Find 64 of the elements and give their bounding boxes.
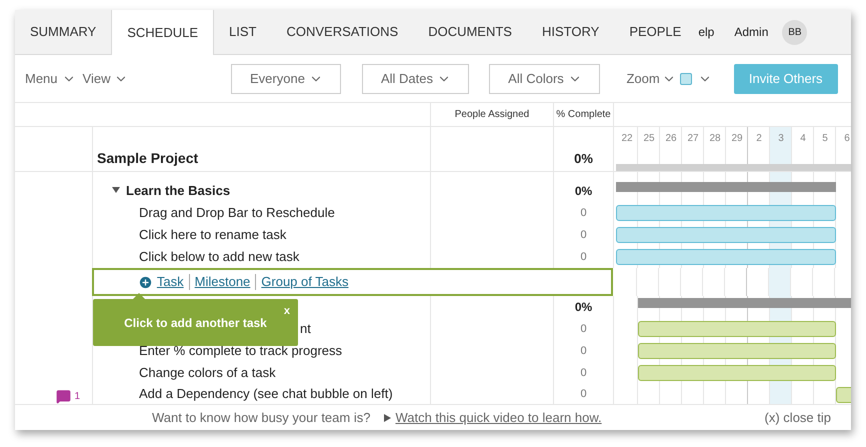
tab[interactable]: SUMMARY bbox=[15, 10, 112, 54]
column-header: % Complete bbox=[556, 108, 611, 122]
task-bar[interactable] bbox=[616, 205, 836, 221]
task-bar[interactable] bbox=[616, 249, 836, 265]
day-label: 4 bbox=[799, 132, 807, 146]
day-label: 6 bbox=[843, 132, 851, 146]
view-dropdown[interactable]: View bbox=[82, 68, 128, 88]
percent-complete: 0% bbox=[574, 183, 592, 200]
percent-complete: 0 bbox=[580, 228, 587, 243]
day-label: 28 bbox=[708, 132, 722, 146]
day-label: 26 bbox=[664, 132, 678, 146]
admin-link[interactable]: Admin bbox=[734, 23, 768, 41]
percent-complete: 0 bbox=[580, 386, 587, 402]
tab[interactable]: DOCUMENTS bbox=[413, 10, 527, 54]
task-name[interactable]: Click here to rename task bbox=[93, 225, 286, 245]
add-icon bbox=[138, 274, 153, 290]
tab[interactable]: PEOPLE bbox=[614, 10, 696, 54]
filter-dropdown[interactable]: Everyone bbox=[231, 64, 342, 94]
avatar[interactable]: BB bbox=[782, 20, 808, 44]
task-bar[interactable] bbox=[638, 365, 836, 381]
tab[interactable]: CONVERSATIONS bbox=[271, 10, 414, 54]
day-label: 27 bbox=[686, 132, 700, 146]
percent-complete: 0 bbox=[580, 366, 587, 381]
task-name[interactable]: Click below to add new task bbox=[93, 247, 300, 267]
day-label: 3 bbox=[777, 132, 785, 146]
percent-complete: 0% bbox=[574, 299, 592, 316]
filter-dropdown[interactable]: All Colors bbox=[489, 64, 600, 94]
percent-complete: 0 bbox=[580, 322, 587, 337]
percent-complete: 0 bbox=[580, 206, 587, 221]
filter-dropdown[interactable]: All Dates bbox=[362, 64, 470, 94]
task-bar[interactable] bbox=[638, 343, 836, 359]
add-link[interactable]: Group of Tasks bbox=[261, 272, 348, 292]
task-name[interactable]: Change colors of a task bbox=[93, 363, 276, 383]
task-bar[interactable] bbox=[616, 227, 836, 243]
task-name[interactable]: Add a Dependency (see chat bubble on left) bbox=[93, 384, 393, 404]
day-label: 2 bbox=[755, 132, 763, 146]
project-name[interactable]: Sample Project bbox=[93, 148, 198, 171]
group-name[interactable]: Learn the Basics bbox=[126, 180, 230, 200]
zoom-dropdown[interactable]: Zoom bbox=[626, 68, 676, 88]
column-header: People Assigned bbox=[454, 108, 530, 122]
tab[interactable]: LIST bbox=[214, 10, 272, 54]
collapse-icon[interactable] bbox=[112, 186, 120, 194]
add-link[interactable]: Task bbox=[156, 272, 184, 292]
percent-complete: 0% bbox=[574, 150, 593, 168]
percent-complete: 0 bbox=[580, 250, 587, 265]
close-tip-button[interactable]: (x) close tip bbox=[764, 408, 831, 428]
task-bar[interactable] bbox=[638, 321, 836, 337]
day-label: 29 bbox=[730, 132, 744, 146]
tab[interactable]: HISTORY bbox=[526, 10, 614, 54]
tooltip-text: Click to add another task bbox=[124, 314, 267, 332]
help-link[interactable]: elp bbox=[698, 23, 714, 41]
tip-text: Want to know how busy your team is? bbox=[152, 408, 370, 427]
day-label: 22 bbox=[620, 132, 634, 146]
color-swatch bbox=[680, 72, 692, 84]
day-label: 5 bbox=[821, 132, 829, 146]
tab[interactable]: SCHEDULE bbox=[111, 10, 214, 55]
menu-dropdown[interactable]: Menu bbox=[25, 68, 76, 88]
video-link[interactable]: Watch this quick video to learn how. bbox=[395, 408, 602, 428]
play-icon bbox=[384, 414, 392, 422]
task-name[interactable]: Drag and Drop Bar to Reschedule bbox=[93, 203, 335, 223]
day-label: 25 bbox=[642, 132, 656, 146]
color-dropdown[interactable] bbox=[680, 72, 712, 86]
add-link[interactable]: Milestone bbox=[194, 272, 250, 292]
percent-complete: 0 bbox=[580, 344, 587, 359]
